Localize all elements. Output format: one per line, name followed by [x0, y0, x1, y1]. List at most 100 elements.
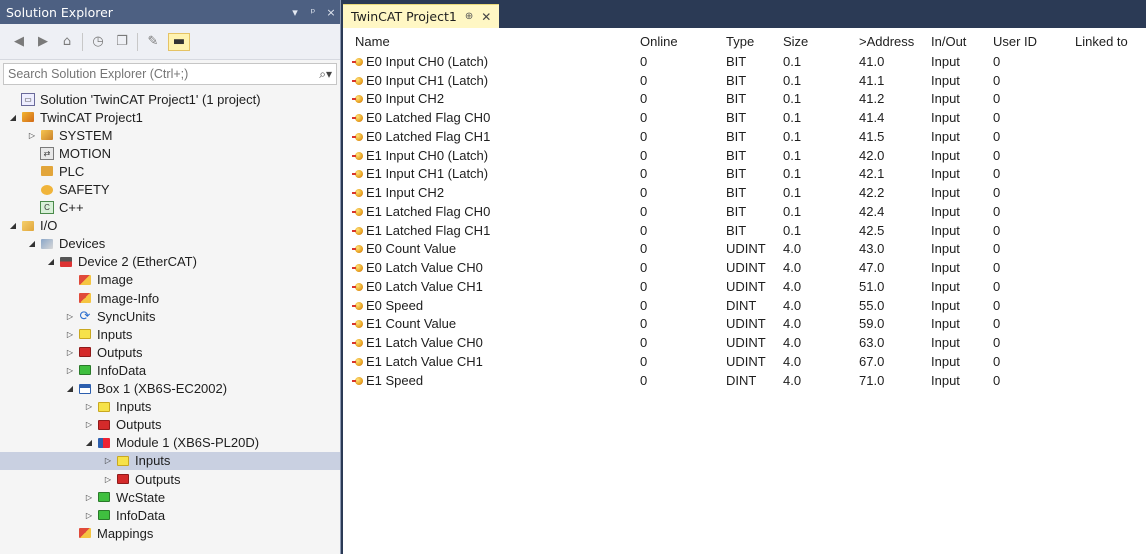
table-row[interactable]: E0 Input CH2 0 BIT 0.1 41.2 Input 0	[343, 90, 1146, 109]
input-variable-icon	[352, 282, 363, 291]
cell-in-out: Input	[931, 110, 960, 126]
expand-arrow-icon[interactable]: ▷	[63, 348, 77, 357]
expand-arrow-icon[interactable]: ▷	[82, 402, 96, 411]
tree-item[interactable]: ◢ Module 1 (XB6S-PL20D)	[0, 434, 340, 452]
table-row[interactable]: E0 Input CH1 (Latch) 0 BIT 0.1 41.1 Input 0	[343, 71, 1146, 90]
column-header-user-id[interactable]: User ID	[993, 34, 1037, 49]
solution-explorer-search-box[interactable]: ⌕▾	[3, 63, 337, 85]
collapse-arrow-icon[interactable]: ◢	[82, 438, 96, 447]
table-row[interactable]: E0 Latched Flag CH0 0 BIT 0.1 41.4 Input 0	[343, 108, 1146, 127]
tree-item[interactable]: C C++	[0, 199, 340, 217]
tree-item[interactable]: ◢ I/O	[0, 217, 340, 235]
table-row[interactable]: E0 Count Value 0 UDINT 4.0 43.0 Input 0	[343, 240, 1146, 259]
window-position-dropdown-button[interactable]: ▾	[286, 6, 304, 19]
cell-in-out: Input	[931, 203, 960, 219]
tree-item[interactable]: ◢ Devices	[0, 235, 340, 253]
tree-item[interactable]: ▷ Outputs	[0, 416, 340, 434]
collapse-arrow-icon[interactable]: ◢	[44, 257, 58, 266]
preview-selected-items-button[interactable]: ▬	[168, 32, 190, 51]
tree-item[interactable]: ▷ InfoData	[0, 361, 340, 379]
tree-item[interactable]: ▷ Inputs	[0, 325, 340, 343]
expand-arrow-icon[interactable]: ▷	[63, 366, 77, 375]
column-header-online[interactable]: Online	[640, 34, 678, 49]
expand-arrow-icon[interactable]: ▷	[82, 420, 96, 429]
table-row[interactable]: E1 Count Value 0 UDINT 4.0 59.0 Input 0	[343, 315, 1146, 334]
solution-explorer-panel: Solution Explorer ▾ ᵖ × ◀ ▶ ⌂ ◷ ❐ ✎ ▬ ⌕▾…	[0, 0, 341, 554]
table-row[interactable]: E1 Latched Flag CH1 0 BIT 0.1 42.5 Input 0	[343, 221, 1146, 240]
table-row[interactable]: E1 Input CH0 (Latch) 0 BIT 0.1 42.0 Input 0	[343, 146, 1146, 165]
variable-name: E0 Latched Flag CH0	[366, 110, 491, 126]
table-row[interactable]: E1 Speed 0 DINT 4.0 71.0 Input 0	[343, 371, 1146, 390]
tree-item-label: InfoData	[116, 507, 166, 523]
home-button[interactable]: ⌂	[58, 33, 76, 51]
column-header-size[interactable]: Size	[783, 34, 808, 49]
table-row[interactable]: E1 Latched Flag CH0 0 BIT 0.1 42.4 Input 0	[343, 202, 1146, 221]
tree-item[interactable]: SAFETY	[0, 180, 340, 198]
column-header-in-out[interactable]: In/Out	[931, 34, 966, 49]
collapse-arrow-icon[interactable]: ◢	[6, 113, 20, 122]
tree-item[interactable]: ◢ Box 1 (XB6S-EC2002)	[0, 380, 340, 398]
tree-item-label: InfoData	[97, 362, 147, 378]
collapse-arrow-icon[interactable]: ◢	[6, 221, 20, 230]
column-header-linked-to[interactable]: Linked to	[1075, 34, 1128, 49]
cell-address: 43.0	[859, 241, 885, 257]
forward-button[interactable]: ▶	[34, 33, 52, 51]
tree-item[interactable]: Image-Info	[0, 289, 340, 307]
expand-arrow-icon[interactable]: ▷	[101, 475, 115, 484]
tree-item[interactable]: ⇄ MOTION	[0, 144, 340, 162]
expand-arrow-icon[interactable]: ▷	[63, 312, 77, 321]
tree-item[interactable]: ▷ Inputs	[0, 451, 340, 470]
tree-item[interactable]: ◢ TwinCAT Project1	[0, 108, 340, 126]
tree-item[interactable]: ▷ ⟳ SyncUnits	[0, 307, 340, 325]
auto-hide-pin-button[interactable]: ᵖ	[304, 6, 322, 19]
expand-arrow-icon[interactable]: ▷	[82, 493, 96, 502]
back-button[interactable]: ◀	[10, 33, 28, 51]
table-row[interactable]: E1 Input CH2 0 BIT 0.1 42.2 Input 0	[343, 183, 1146, 202]
expand-arrow-icon[interactable]: ▷	[63, 330, 77, 339]
tree-item[interactable]: ▭ Solution 'TwinCAT Project1' (1 project)	[0, 90, 340, 108]
expand-arrow-icon[interactable]: ▷	[25, 131, 39, 140]
table-row[interactable]: E1 Input CH1 (Latch) 0 BIT 0.1 42.1 Input 0	[343, 165, 1146, 184]
expand-arrow-icon[interactable]: ▷	[101, 456, 115, 465]
column-header-name[interactable]: Name	[355, 34, 390, 49]
tree-item[interactable]: Image	[0, 271, 340, 289]
infodata-folder-icon	[77, 363, 93, 377]
search-input[interactable]	[8, 67, 320, 81]
table-row[interactable]: E0 Speed 0 DINT 4.0 55.0 Input 0	[343, 296, 1146, 315]
cell-type: BIT	[726, 185, 747, 201]
tree-item[interactable]: PLC	[0, 162, 340, 180]
column-header-address[interactable]: >Address	[859, 34, 914, 49]
tree-item[interactable]: ▷ Inputs	[0, 398, 340, 416]
table-row[interactable]: E1 Latch Value CH0 0 UDINT 4.0 63.0 Input 0	[343, 333, 1146, 352]
table-row[interactable]: E0 Input CH0 (Latch) 0 BIT 0.1 41.0 Input 0	[343, 52, 1146, 71]
table-row[interactable]: E0 Latch Value CH1 0 UDINT 4.0 51.0 Input 0	[343, 277, 1146, 296]
pin-icon[interactable]: ⊕	[465, 11, 473, 22]
tree-item[interactable]: ▷ Outputs	[0, 470, 340, 488]
expand-arrow-icon[interactable]: ▷	[82, 511, 96, 520]
tree-item[interactable]: ▷ SYSTEM	[0, 126, 340, 144]
table-row[interactable]: E0 Latch Value CH0 0 UDINT 4.0 47.0 Input 0	[343, 258, 1146, 277]
pending-changes-filter-button[interactable]: ◷	[89, 33, 107, 51]
cell-type: BIT	[726, 203, 747, 219]
collapse-all-button[interactable]: ❐	[113, 33, 131, 51]
tree-item[interactable]: ◢ Device 2 (EtherCAT)	[0, 253, 340, 271]
tree-item[interactable]: ▷ WcState	[0, 488, 340, 506]
cell-in-out: Input	[931, 147, 960, 163]
cell-online: 0	[640, 166, 648, 182]
toolbar-separator	[137, 32, 138, 51]
collapse-arrow-icon[interactable]: ◢	[63, 384, 77, 393]
search-icon[interactable]: ⌕▾	[319, 67, 332, 82]
column-header-type[interactable]: Type	[726, 34, 754, 49]
close-tab-icon[interactable]: ✕	[481, 10, 491, 24]
table-row[interactable]: E1 Latch Value CH1 0 UDINT 4.0 67.0 Input 0	[343, 352, 1146, 371]
tree-item-label: Image	[97, 272, 134, 288]
tab-twincat-project[interactable]: TwinCAT Project1 ⊕ ✕	[343, 4, 500, 28]
table-row[interactable]: E0 Latched Flag CH1 0 BIT 0.1 41.5 Input 0	[343, 127, 1146, 146]
close-panel-button[interactable]: ×	[322, 6, 340, 19]
tree-item[interactable]: ▷ Outputs	[0, 343, 340, 361]
tree-item[interactable]: Mappings	[0, 524, 340, 542]
cell-address: 55.0	[859, 297, 885, 313]
tree-item[interactable]: ▷ InfoData	[0, 506, 340, 524]
collapse-arrow-icon[interactable]: ◢	[25, 239, 39, 248]
properties-button[interactable]: ✎	[144, 33, 162, 51]
